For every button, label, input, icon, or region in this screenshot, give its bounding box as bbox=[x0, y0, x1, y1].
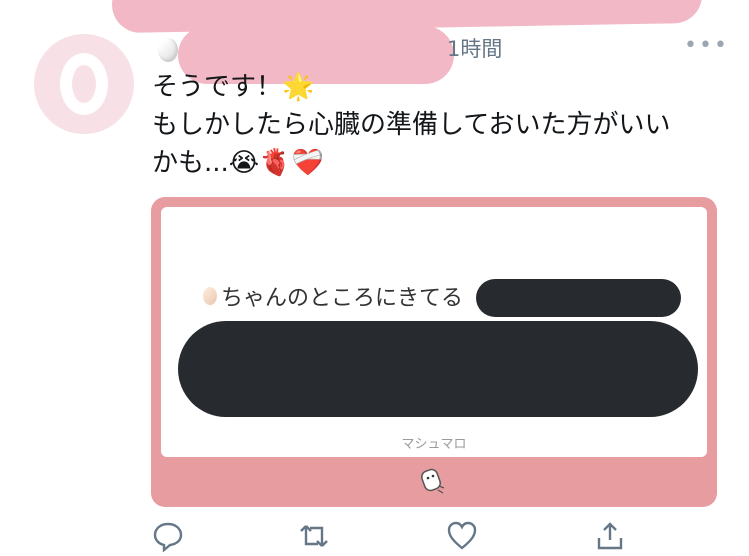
egg-small-icon bbox=[203, 287, 217, 305]
tweet-line-2: もしかしたら心臓の準備しておいた方がいい bbox=[152, 110, 671, 140]
redacted-question-text-2 bbox=[178, 321, 698, 417]
marshmallow-mascot-icon bbox=[421, 468, 445, 494]
tweet-text: そうです！🌟 もしかしたら心臓の準備しておいた方がいい かも...😭🫀❤️‍🩹 bbox=[152, 68, 732, 182]
redacted-question-text-1 bbox=[476, 279, 681, 317]
share-icon[interactable] bbox=[594, 520, 626, 552]
heart-icon[interactable] bbox=[446, 520, 478, 552]
more-options-icon[interactable]: ••• bbox=[684, 33, 729, 58]
avatar[interactable] bbox=[34, 34, 134, 134]
tweet-line-3: かも...😭🫀❤️‍🩹 bbox=[152, 148, 324, 178]
tweet-action-bar bbox=[150, 520, 630, 556]
tweet-timestamp[interactable]: 1時間 bbox=[447, 33, 502, 63]
card-brand-label: マシュマロ bbox=[401, 437, 467, 452]
marshmallow-card[interactable]: ちゃんのところにきてる マシュマロ bbox=[151, 197, 717, 507]
card-question-prefix: ちゃんのところにきてる bbox=[221, 286, 464, 311]
egg-emoji-icon bbox=[158, 38, 178, 62]
tweet-line-1: そうです！🌟 bbox=[152, 72, 315, 102]
card-question-text: ちゃんのところにきてる bbox=[203, 280, 463, 312]
retweet-icon[interactable] bbox=[298, 520, 330, 552]
card-question-panel: ちゃんのところにきてる マシュマロ bbox=[161, 207, 707, 457]
avatar-ring-shape bbox=[60, 53, 108, 115]
reply-icon[interactable] bbox=[152, 520, 184, 552]
